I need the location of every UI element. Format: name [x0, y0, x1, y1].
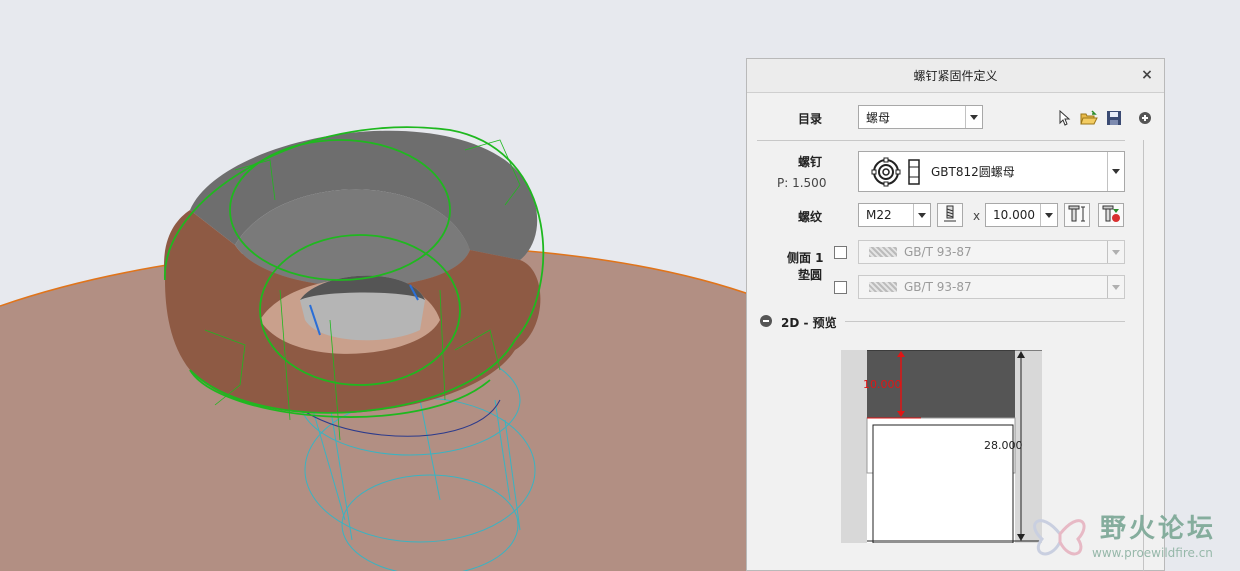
screw-label: 螺钉 — [798, 155, 823, 169]
auto-button[interactable] — [1098, 203, 1124, 227]
add-icon[interactable] — [1136, 109, 1154, 127]
close-icon[interactable]: × — [1140, 67, 1154, 83]
washer1-value: GB/T 93-87 — [904, 245, 972, 259]
pitch-value: P: 1.500 — [777, 176, 827, 190]
washer-icon — [869, 282, 897, 292]
length-button[interactable] — [1064, 203, 1090, 227]
side-label: 侧面 1 — [787, 251, 824, 265]
washer1-select[interactable]: GB/T 93-87 — [858, 240, 1125, 264]
chevron-down-icon — [913, 204, 930, 226]
watermark: 野火论坛 www.proewildfire.cn — [1030, 502, 1235, 566]
round-nut-icon — [871, 157, 901, 187]
times-symbol: x — [973, 209, 981, 223]
dialog-titlebar[interactable]: 螺钉紧固件定义 × — [747, 59, 1164, 93]
chevron-down-icon — [1040, 204, 1057, 226]
butterfly-logo-icon — [1033, 519, 1086, 556]
chevron-down-icon — [1107, 276, 1124, 298]
preview-canvas: 10.000 28.000 — [841, 349, 1042, 544]
thread-label: 螺纹 — [798, 210, 823, 224]
washer2-value: GB/T 93-87 — [904, 280, 972, 294]
divider — [757, 140, 1125, 141]
open-folder-icon[interactable] — [1080, 109, 1098, 127]
collapse-icon[interactable] — [760, 315, 772, 327]
washer-icon — [869, 247, 897, 257]
thread-size-select[interactable]: M22 — [858, 203, 931, 227]
cursor-select-icon[interactable] — [1055, 109, 1073, 127]
section-divider — [845, 321, 1125, 322]
thread-size-value: M22 — [866, 208, 892, 222]
nut-dimension: 10.000 — [863, 378, 902, 391]
thread-length-select[interactable]: 10.000 — [985, 203, 1058, 227]
catalog-label: 目录 — [798, 112, 823, 126]
catalog-value: 螺母 — [866, 110, 891, 125]
washer1-checkbox[interactable] — [834, 246, 847, 259]
thread-depth-icon — [942, 205, 958, 226]
watermark-url: www.proewildfire.cn — [1092, 546, 1213, 560]
washer2-checkbox[interactable] — [834, 281, 847, 294]
screw-length-icon — [1067, 205, 1087, 226]
nut-side-icon — [907, 158, 921, 186]
bolt-dimension: 28.000 — [984, 439, 1023, 452]
save-icon[interactable] — [1105, 109, 1123, 127]
washer-label: 垫圆 — [798, 268, 823, 282]
chevron-down-icon — [1107, 241, 1124, 263]
thread-length-value: 10.000 — [993, 208, 1035, 222]
chevron-down-icon — [965, 106, 982, 128]
screw-select[interactable]: GBT812圆螺母 — [858, 151, 1125, 192]
dialog-title: 螺钉紧固件定义 — [913, 69, 998, 83]
screw-value: GBT812圆螺母 — [931, 165, 1015, 179]
screw-auto-icon — [1101, 205, 1121, 226]
chevron-down-icon — [1107, 152, 1124, 191]
washer2-select[interactable]: GB/T 93-87 — [858, 275, 1125, 299]
watermark-text: 野火论坛 — [1100, 514, 1217, 544]
catalog-select[interactable]: 螺母 — [858, 105, 983, 129]
preview-section-label: 2D - 预览 — [781, 316, 837, 330]
thread-depth-button[interactable] — [937, 203, 963, 227]
